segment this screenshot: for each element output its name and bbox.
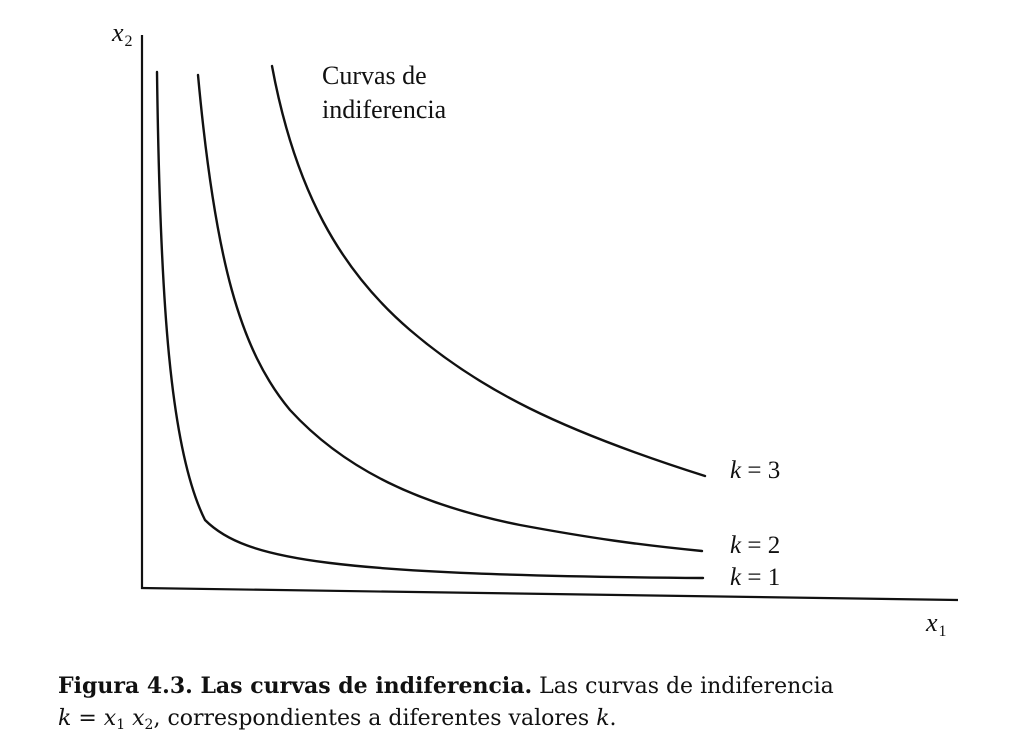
curve-label-k1: k = 1	[730, 564, 781, 591]
caption-line-2: k = x1 x2, correspondientes a diferentes…	[58, 706, 617, 733]
x-axis-label: x1	[926, 608, 947, 640]
caption-text-2: , correspondientes a diferentes valores	[153, 706, 597, 731]
indifference-curve-k1	[155, 70, 705, 580]
curve-label-k3: k = 3	[730, 457, 781, 484]
indifference-diagram	[140, 35, 959, 602]
y-axis-label: x2	[112, 18, 133, 50]
annotation-line-1: Curvas de	[322, 61, 427, 90]
figure-caption: Figura 4.3. Las curvas de indiferencia. …	[58, 670, 1008, 741]
curves-annotation: Curvas de indiferencia	[322, 59, 446, 127]
curve-label-k2: k = 2	[730, 532, 781, 559]
caption-line-1: Figura 4.3. Las curvas de indiferencia. …	[58, 670, 1008, 703]
annotation-line-2: indiferencia	[322, 95, 447, 124]
indifference-curve-k2	[196, 73, 704, 553]
x-axis	[140, 586, 959, 602]
indifference-curve-k3	[270, 64, 707, 478]
caption-title: Figura 4.3. Las curvas de indiferencia.	[58, 673, 533, 699]
caption-text-1: Las curvas de indiferencia	[532, 674, 834, 699]
